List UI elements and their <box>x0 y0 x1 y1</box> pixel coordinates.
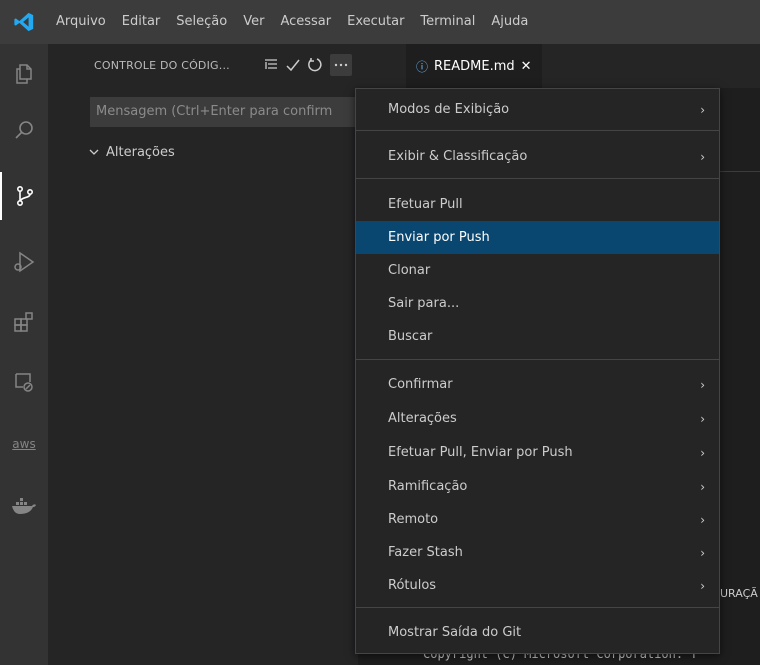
aws-icon[interactable]: aws <box>0 420 48 468</box>
view-as-tree-icon[interactable] <box>260 54 282 76</box>
chevron-right-icon: › <box>700 377 705 392</box>
tab-readme[interactable]: ⓘ README.md ✕ <box>406 44 542 88</box>
more-actions-icon[interactable] <box>330 54 352 76</box>
menu-item-ramificacao[interactable]: Ramificação › <box>356 470 719 503</box>
menu-item-efetuar-pull[interactable]: Efetuar Pull <box>356 188 719 221</box>
menu-item-label: Exibir & Classificação <box>388 149 528 164</box>
menu-item-mostrar-saida-git[interactable]: Mostrar Saída do Git <box>356 616 719 649</box>
sidebar-title: CONTROLE DO CÓDIG... <box>94 59 230 72</box>
menu-item-label: Fazer Stash <box>388 545 463 560</box>
chevron-right-icon: › <box>700 578 705 593</box>
changes-group[interactable]: Alterações <box>88 141 175 163</box>
source-control-sidebar: CONTROLE DO CÓDIG... <box>48 44 358 665</box>
menu-item-fazer-stash[interactable]: Fazer Stash › <box>356 536 719 569</box>
source-control-icon[interactable] <box>0 172 48 220</box>
source-control-context-menu: Modos de Exibição › Exibir & Classificaç… <box>355 88 720 654</box>
search-icon[interactable] <box>0 106 48 154</box>
chevron-down-icon <box>89 149 99 155</box>
menu-acessar[interactable]: Acessar <box>272 0 339 44</box>
menu-item-label: Ramificação <box>388 479 468 494</box>
editor-divider <box>715 171 760 172</box>
chevron-right-icon: › <box>700 479 705 494</box>
menu-item-confirmar[interactable]: Confirmar › <box>356 368 719 401</box>
menu-ver[interactable]: Ver <box>235 0 272 44</box>
chevron-right-icon: › <box>700 445 705 460</box>
menu-item-label: Efetuar Pull, Enviar por Push <box>388 445 573 460</box>
menu-item-pull-push[interactable]: Efetuar Pull, Enviar por Push › <box>356 436 719 469</box>
menu-separator <box>356 178 719 179</box>
sidebar-header: CONTROLE DO CÓDIG... <box>48 44 358 88</box>
menu-item-clonar[interactable]: Clonar <box>356 254 719 287</box>
sidebar-actions <box>260 54 352 76</box>
refresh-icon[interactable] <box>304 54 326 76</box>
run-debug-icon[interactable] <box>0 238 48 286</box>
menu-item-modos-exibicao[interactable]: Modos de Exibição › <box>356 93 719 126</box>
menu-editar[interactable]: Editar <box>114 0 169 44</box>
chevron-right-icon: › <box>700 102 705 117</box>
menu-item-buscar[interactable]: Buscar <box>356 320 719 353</box>
panel-tab-label[interactable]: URAÇÃ <box>720 587 758 600</box>
menu-item-enviar-push[interactable]: Enviar por Push <box>356 221 719 254</box>
title-bar: Arquivo Editar Seleção Ver Acessar Execu… <box>0 0 760 44</box>
menu-item-exibir-classificacao[interactable]: Exibir & Classificação › <box>356 140 719 173</box>
remote-explorer-icon[interactable] <box>0 358 48 406</box>
activity-bar: aws <box>0 44 48 665</box>
chevron-right-icon: › <box>700 411 705 426</box>
vscode-logo-icon[interactable] <box>0 0 48 44</box>
commit-message-input[interactable]: Mensagem (Ctrl+Enter para confirm <box>90 97 358 127</box>
tab-label: README.md <box>434 58 515 74</box>
menu-item-label: Sair para... <box>388 296 460 311</box>
menu-selecao[interactable]: Seleção <box>168 0 235 44</box>
docker-icon[interactable] <box>0 482 48 530</box>
changes-label: Alterações <box>106 144 175 160</box>
menu-terminal[interactable]: Terminal <box>412 0 483 44</box>
menu-bar: Arquivo Editar Seleção Ver Acessar Execu… <box>48 0 536 44</box>
aws-icon-label: aws <box>12 437 36 451</box>
commit-check-icon[interactable] <box>282 54 304 76</box>
menu-item-rotulos[interactable]: Rótulos › <box>356 569 719 602</box>
chevron-right-icon: › <box>700 512 705 527</box>
menu-item-alteracoes[interactable]: Alterações › <box>356 402 719 435</box>
menu-item-label: Modos de Exibição <box>388 102 510 117</box>
menu-arquivo[interactable]: Arquivo <box>48 0 114 44</box>
menu-item-label: Remoto <box>388 512 439 527</box>
close-icon[interactable]: ✕ <box>521 59 532 74</box>
menu-item-sair-para[interactable]: Sair para... <box>356 287 719 320</box>
chevron-right-icon: › <box>700 545 705 560</box>
menu-item-label: Rótulos <box>388 578 437 593</box>
menu-item-label: Efetuar Pull <box>388 197 463 212</box>
menu-item-label: Confirmar <box>388 377 453 392</box>
chevron-right-icon: › <box>700 149 705 164</box>
menu-item-label: Buscar <box>388 329 433 344</box>
menu-separator <box>356 359 719 360</box>
info-icon: ⓘ <box>416 59 429 74</box>
menu-separator <box>356 607 719 608</box>
menu-item-label: Mostrar Saída do Git <box>388 625 522 640</box>
extensions-icon[interactable] <box>0 298 48 346</box>
menu-executar[interactable]: Executar <box>339 0 412 44</box>
editor-tab-bar: ⓘ README.md ✕ <box>358 44 760 88</box>
menu-item-label: Alterações <box>388 411 457 426</box>
menu-ajuda[interactable]: Ajuda <box>483 0 536 44</box>
menu-separator <box>356 130 719 131</box>
menu-item-label: Enviar por Push <box>388 230 490 245</box>
menu-item-label: Clonar <box>388 263 431 278</box>
explorer-icon[interactable] <box>0 50 48 98</box>
menu-item-remoto[interactable]: Remoto › <box>356 503 719 536</box>
